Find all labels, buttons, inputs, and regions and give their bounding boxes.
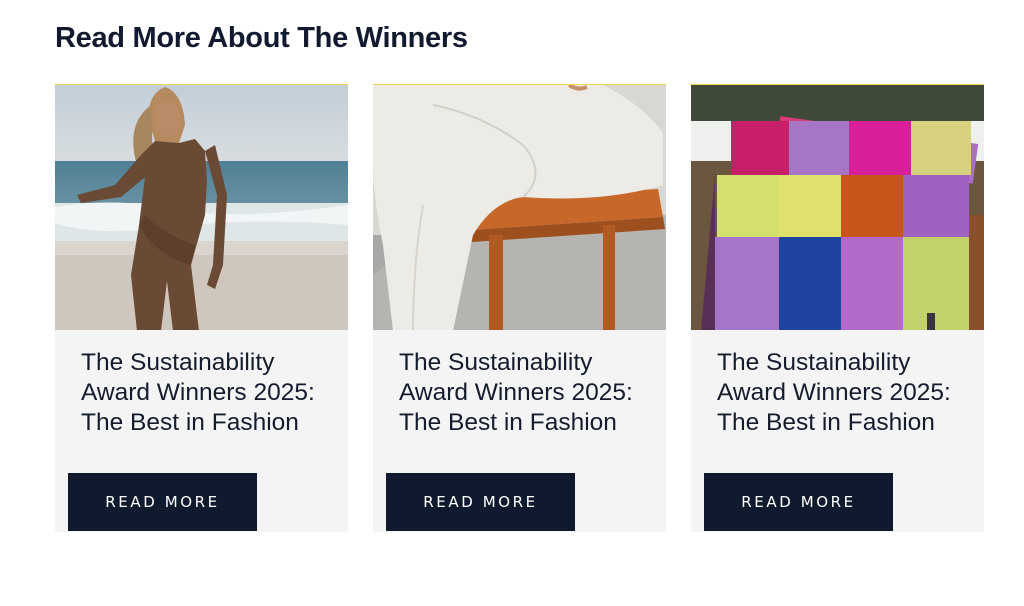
read-more-button[interactable]: READ MORE	[68, 473, 257, 531]
read-more-button[interactable]: READ MORE	[704, 473, 893, 531]
trousers-photo	[373, 85, 666, 330]
swimsuit-photo	[55, 85, 348, 330]
card-image-blanket[interactable]	[691, 84, 984, 330]
section-heading: Read More About The Winners	[55, 22, 468, 54]
card-title[interactable]: The Sustainability Award Winners 2025: T…	[717, 348, 972, 438]
article-card: The Sustainability Award Winners 2025: T…	[373, 84, 666, 532]
card-image-swimsuit[interactable]	[55, 84, 348, 330]
blanket-photo	[691, 85, 984, 330]
card-title[interactable]: The Sustainability Award Winners 2025: T…	[399, 348, 654, 438]
article-card: The Sustainability Award Winners 2025: T…	[691, 84, 984, 532]
card-image-trousers[interactable]	[373, 84, 666, 330]
read-more-button[interactable]: READ MORE	[386, 473, 575, 531]
article-cards: The Sustainability Award Winners 2025: T…	[55, 84, 984, 532]
card-title[interactable]: The Sustainability Award Winners 2025: T…	[81, 348, 336, 438]
page: Read More About The Winners The Sustaina…	[0, 0, 1024, 606]
article-card: The Sustainability Award Winners 2025: T…	[55, 84, 348, 532]
